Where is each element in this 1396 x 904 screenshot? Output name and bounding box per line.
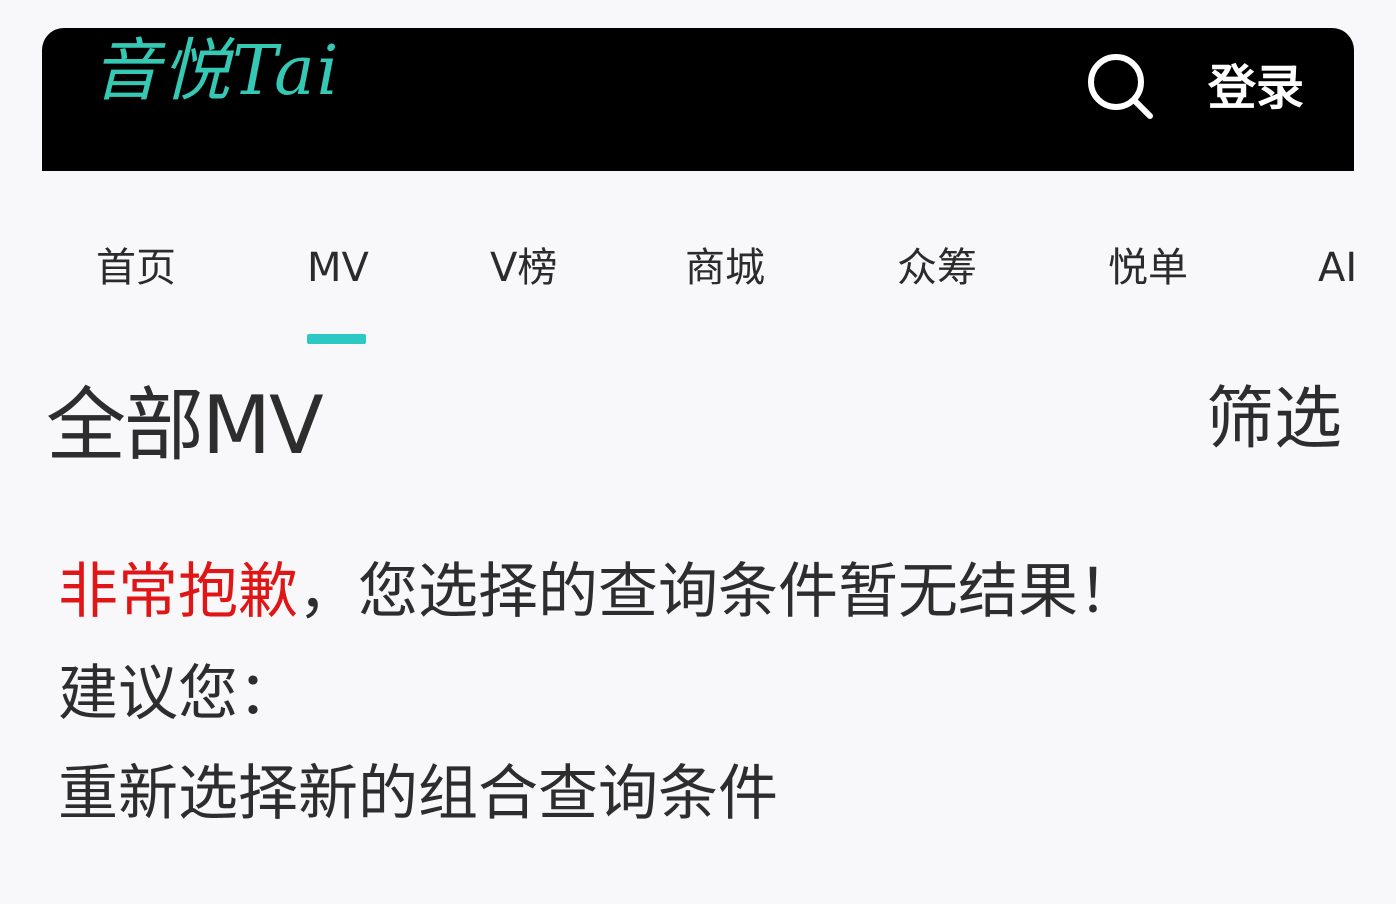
tab-ai[interactable]: AI [1318, 238, 1357, 298]
tab-v-chart[interactable]: V榜 [490, 238, 557, 298]
page: 音悦Tai 登录 首页 MV V榜 商城 众筹 悦单 AI 全部MV 筛选 非常… [0, 0, 1396, 904]
tab-home[interactable]: 首页 [96, 238, 176, 298]
apology-text: 非常抱歉 [58, 557, 298, 627]
tab-crowdfunding[interactable]: 众筹 [897, 238, 977, 298]
tab-mv[interactable]: MV [307, 238, 369, 298]
filter-button[interactable]: 筛选 [1206, 378, 1342, 462]
search-icon[interactable] [1084, 50, 1156, 122]
nav-tabs: 首页 MV V榜 商城 众筹 悦单 AI [0, 238, 1396, 308]
active-tab-indicator [307, 334, 366, 344]
no-result-message: 非常抱歉，您选择的查询条件暂无结果！ [58, 556, 1138, 628]
tab-mall[interactable]: 商城 [685, 238, 765, 298]
no-result-text: ，您选择的查询条件暂无结果！ [298, 557, 1138, 627]
suggestion-text: 重新选择新的组合查询条件 [58, 759, 778, 829]
suggest-label: 建议您： [58, 659, 298, 729]
login-button[interactable]: 登录 [1208, 60, 1304, 116]
tab-playlist[interactable]: 悦单 [1108, 238, 1188, 298]
page-title: 全部MV [46, 379, 324, 472]
site-logo[interactable]: 音悦Tai [92, 36, 340, 108]
